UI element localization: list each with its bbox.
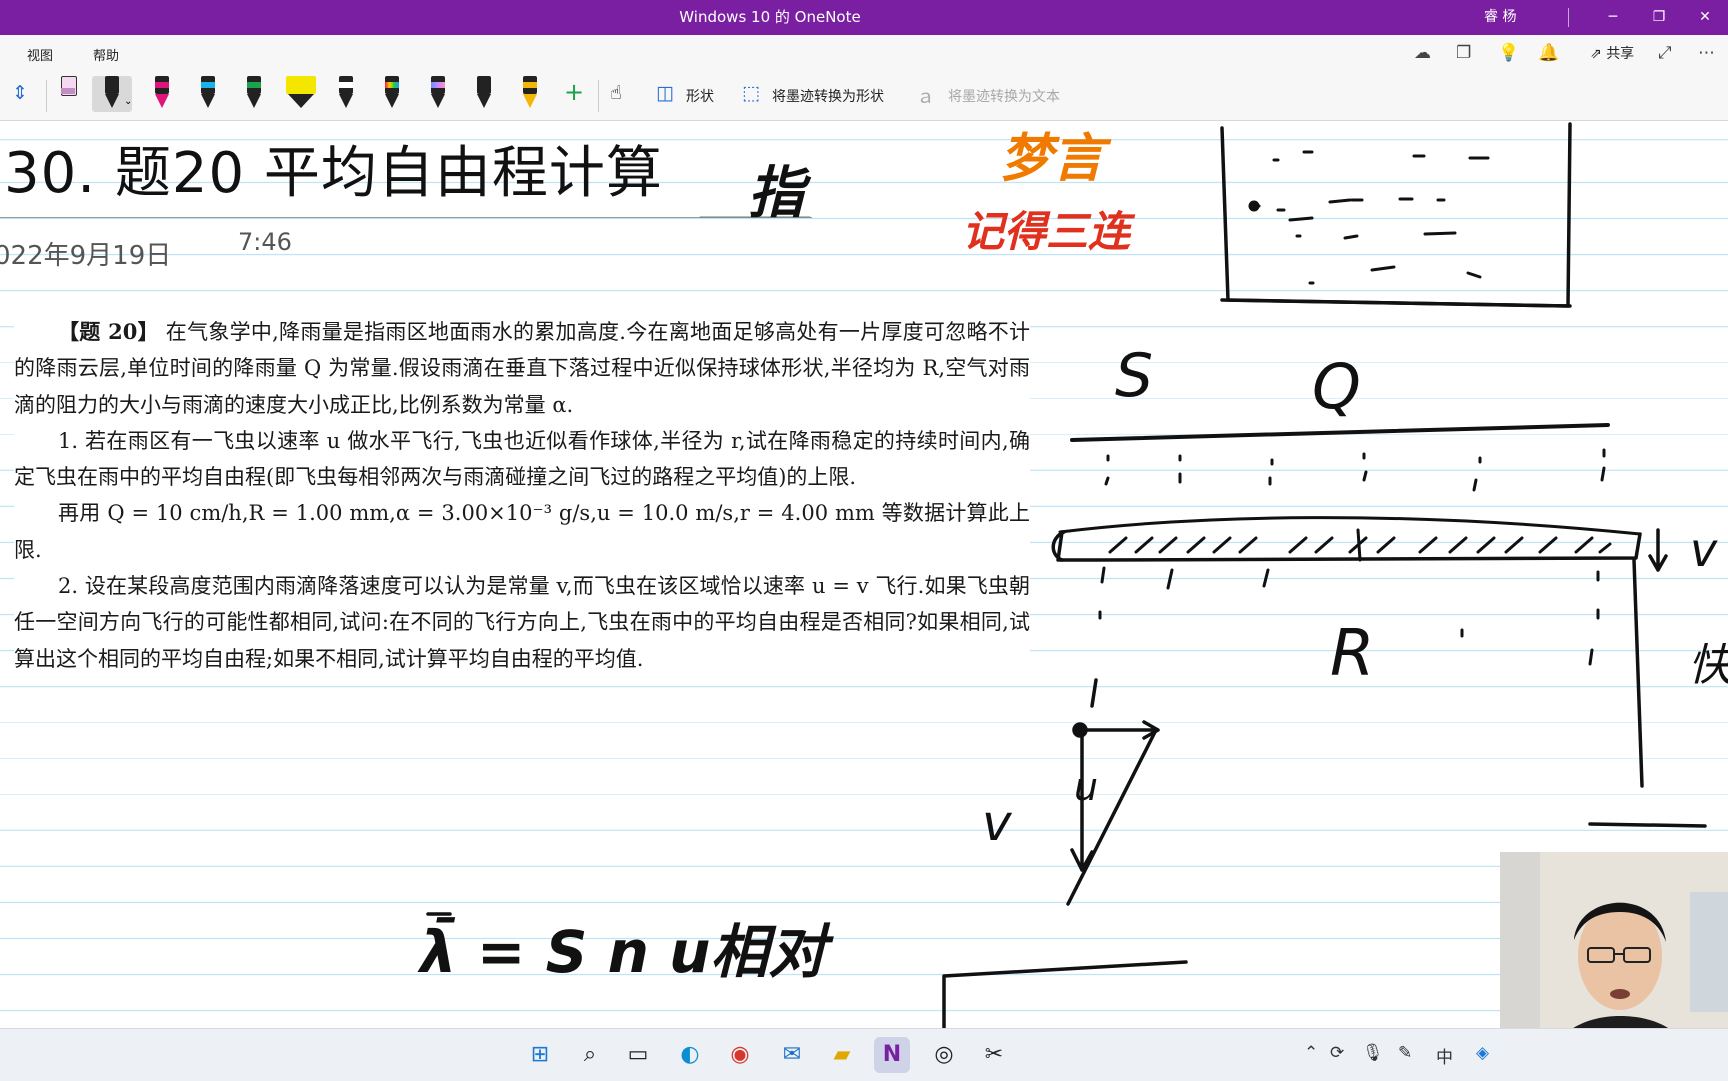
pen-tray-icon[interactable]: ✎ xyxy=(1398,1043,1412,1063)
notebooks-icon[interactable]: ❐ xyxy=(1456,43,1471,63)
share-icon: ⇗ xyxy=(1590,46,1602,62)
qq-icon[interactable]: ◈ xyxy=(1476,1043,1489,1063)
add-pen-icon[interactable]: + xyxy=(564,78,584,106)
pen-cyan[interactable] xyxy=(198,76,218,112)
expand-icon[interactable]: ⤢ xyxy=(1658,43,1672,63)
minimize-button[interactable]: ─ xyxy=(1590,0,1636,35)
chrome-icon[interactable]: ◉ xyxy=(722,1037,758,1073)
title-bar: Windows 10 的 OneNote 睿 杨 ─ ❐ ✕ xyxy=(0,0,1728,35)
capcut-icon[interactable]: ✂ xyxy=(976,1037,1012,1073)
highlighter-yellow[interactable] xyxy=(284,76,318,112)
pen-black-pattern[interactable] xyxy=(336,76,356,112)
windows-start-icon[interactable]: ⊞ xyxy=(522,1037,558,1073)
shapes-button[interactable]: 形状 xyxy=(686,86,714,106)
page-title[interactable]: 30. 题20 平均自由程计算 xyxy=(4,128,663,209)
mail-icon[interactable]: ✉ xyxy=(774,1037,810,1073)
problem-paragraph-2: 1. 若在雨区有一飞虫以速率 u 做水平飞行,飞虫也近似看作球体,半径为 r,试… xyxy=(14,428,1030,490)
menu-help[interactable]: 帮助 xyxy=(93,45,119,64)
pen-galaxy[interactable] xyxy=(382,76,402,112)
problem-intro: 在气象学中,降雨量是指雨区地面雨水的累加高度.今在离地面足够高处有一片厚度可忽略… xyxy=(14,320,1030,417)
restore-button[interactable]: ❐ xyxy=(1636,0,1682,35)
problem-label: 【题 20】 xyxy=(58,319,159,344)
file-explorer-icon[interactable]: ▰ xyxy=(824,1037,860,1073)
toolbar-separator xyxy=(46,80,47,112)
ime-indicator[interactable]: 中 xyxy=(1436,1043,1453,1068)
toolbar-separator xyxy=(598,80,599,112)
edge-icon[interactable]: ◐ xyxy=(672,1037,708,1073)
bell-icon[interactable]: 🔔 xyxy=(1538,43,1559,63)
sync-icon[interactable]: ☁ xyxy=(1414,43,1431,63)
pen-magenta[interactable] xyxy=(152,76,172,112)
share-button[interactable]: ⇗ 共享 xyxy=(1590,43,1634,63)
obs-icon[interactable]: ◎ xyxy=(926,1037,962,1073)
ink-to-text-button: 将墨迹转换为文本 xyxy=(948,89,1060,105)
more-icon[interactable]: ⋯ xyxy=(1698,43,1715,63)
taskbar: ⊞ ⌕ ▭ ◐ ◉ ✉ ▰ N ◎ ✂ ⌃ ⟳ 🎙 ✎ 中 ◈ xyxy=(0,1028,1728,1081)
user-name[interactable]: 睿 杨 xyxy=(1484,0,1516,35)
microphone-icon[interactable]: 🎙 xyxy=(1362,1043,1384,1063)
close-button[interactable]: ✕ xyxy=(1682,0,1728,35)
problem-paragraph-1: 【题 20】 在气象学中,降雨量是指雨区地面雨水的累加高度.今在离地面足够高处有… xyxy=(14,314,1030,423)
ink-to-text-icon: ａ xyxy=(916,86,936,108)
shapes-icon[interactable]: ◫ xyxy=(656,82,674,104)
ink-to-shape-icon[interactable]: ⬚ xyxy=(742,82,760,104)
ink-to-shape-button[interactable]: 将墨迹转换为形状 xyxy=(772,86,884,106)
chevron-up-icon[interactable]: ⌃ xyxy=(1304,1043,1318,1063)
page-date: 022年9月19日 xyxy=(0,241,172,271)
page-time: 7:46 xyxy=(238,228,292,256)
window-title: Windows 10 的 OneNote xyxy=(679,8,861,26)
problem-paragraph-4: 2. 设在某段高度范围内雨滴降落速度可以认为是常量 v,而飞虫在该区域恰以速率 … xyxy=(14,574,1030,671)
chevron-down-icon: ⌄ xyxy=(124,96,133,107)
title-underline xyxy=(0,217,812,218)
touch-draw-icon[interactable]: ☝ xyxy=(610,82,622,104)
insert-space-icon[interactable]: ⇕ xyxy=(12,82,28,104)
sync-tray-icon[interactable]: ⟳ xyxy=(1330,1043,1344,1063)
share-label: 共享 xyxy=(1606,46,1635,62)
pen-rainbow[interactable] xyxy=(428,76,448,112)
pen-gold[interactable] xyxy=(520,76,540,112)
title-separator xyxy=(1568,8,1569,27)
onenote-icon[interactable]: N xyxy=(874,1037,910,1073)
search-icon[interactable]: ⌕ xyxy=(572,1037,608,1073)
problem-paragraph-3: 再用 Q = 10 cm/h,R = 1.00 mm,α = 3.00×10⁻³… xyxy=(14,501,1030,562)
lightbulb-icon[interactable]: 💡 xyxy=(1498,43,1519,63)
black-pen-selected[interactable]: ⌄ xyxy=(92,76,132,112)
menu-view[interactable]: 视图 xyxy=(27,45,53,64)
pen-black[interactable] xyxy=(474,76,494,112)
draw-toolbar: ⇕ ⌄ + ☝ ◫ 形状 ⬚ 将墨迹转换为形状 ａ 将墨迹转换为文本 xyxy=(0,72,1728,121)
pen-green[interactable] xyxy=(244,76,264,112)
menu-bar: 视图 帮助 ☁ ❐ 💡 🔔 ⇗ 共享 ⤢ ⋯ xyxy=(0,35,1728,72)
problem-text-block[interactable]: 【题 20】 在气象学中,降雨量是指雨区地面雨水的累加高度.今在离地面足够高处有… xyxy=(14,314,1030,677)
eraser-pen[interactable] xyxy=(58,76,78,112)
task-view-icon[interactable]: ▭ xyxy=(620,1037,656,1073)
